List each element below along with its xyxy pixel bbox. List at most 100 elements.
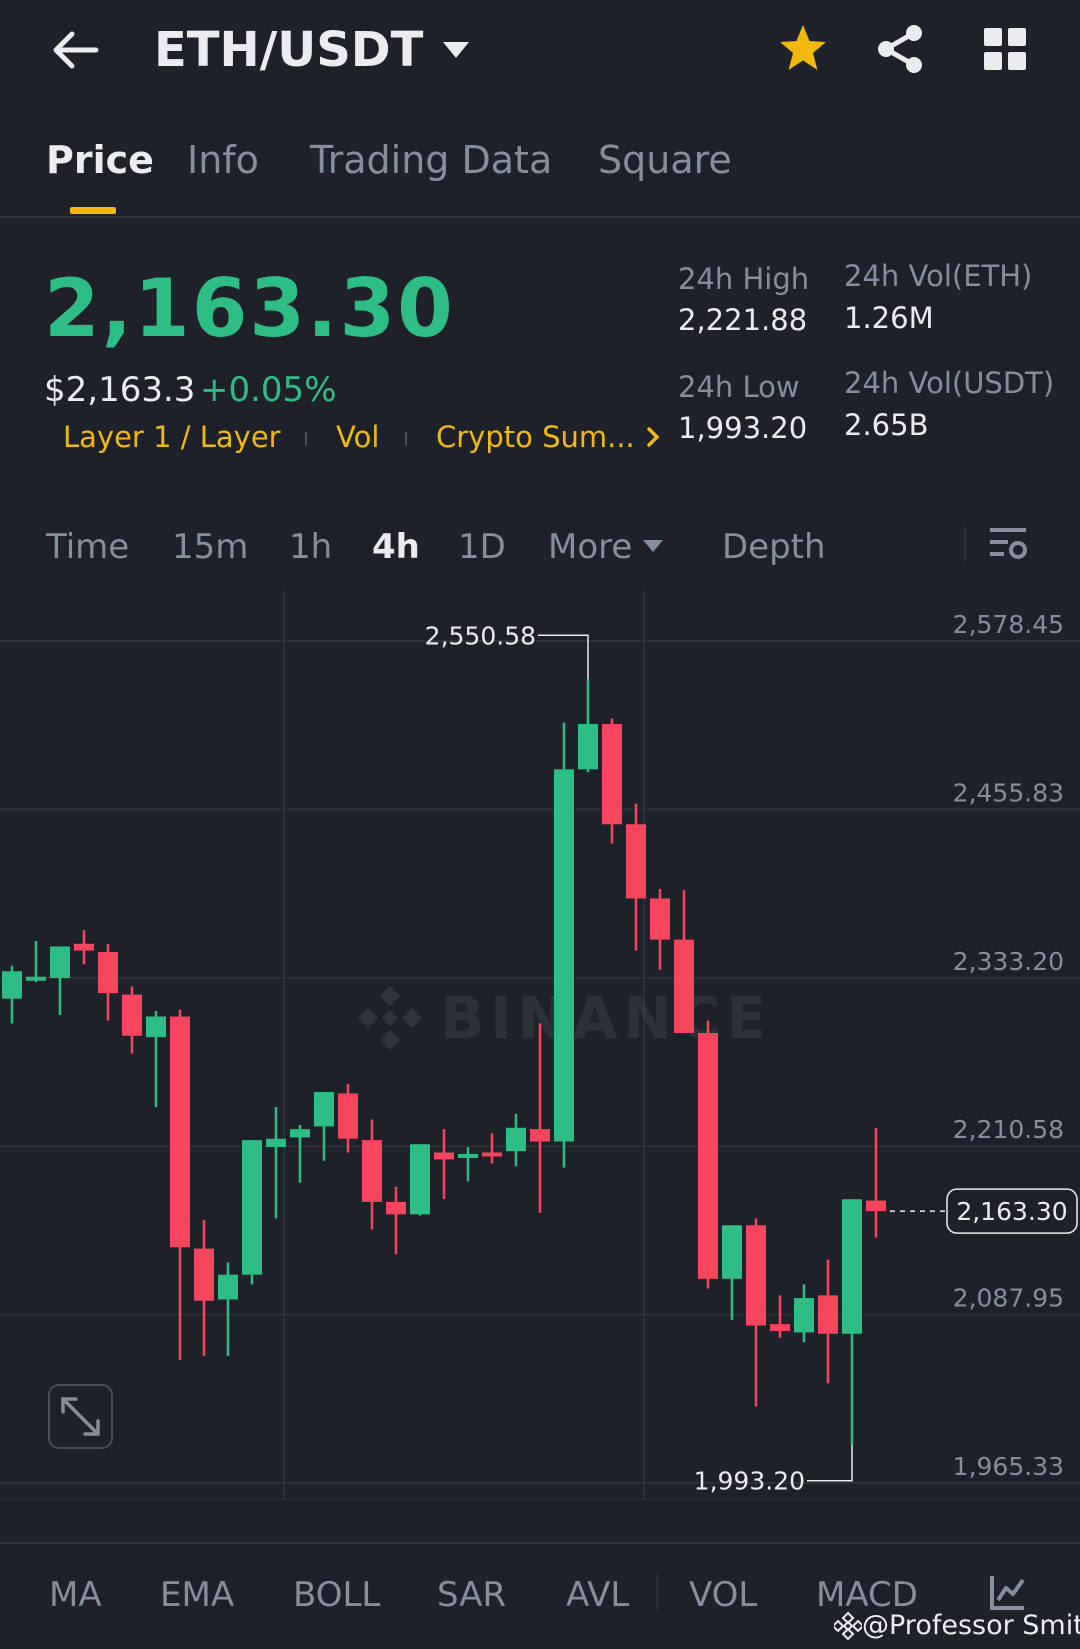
candle[interactable] — [338, 1083, 358, 1153]
candle-body — [698, 1033, 718, 1279]
share-icon[interactable] — [874, 22, 928, 76]
interval-4h[interactable]: 4h — [372, 527, 420, 567]
candle[interactable] — [290, 1125, 310, 1183]
candle[interactable] — [578, 679, 598, 773]
candle-body — [578, 724, 598, 770]
candle[interactable] — [650, 888, 670, 970]
candle[interactable] — [170, 1009, 190, 1360]
price-change-percent: +0.05% — [200, 370, 337, 410]
fullscreen-button[interactable] — [48, 1384, 113, 1449]
stat-vol-usdt-value: 2.65B — [844, 408, 929, 442]
interval-time[interactable]: Time — [46, 527, 129, 567]
candle[interactable] — [98, 943, 118, 1021]
tab-info[interactable]: Info — [187, 138, 259, 182]
candle[interactable] — [698, 1020, 718, 1289]
interval-15m[interactable]: 15m — [172, 527, 248, 567]
tag-separator — [305, 432, 307, 446]
candle[interactable] — [674, 890, 694, 1034]
candle-body — [458, 1153, 478, 1158]
indicator-avl[interactable]: AVL — [566, 1575, 629, 1615]
indicator-sar[interactable]: SAR — [437, 1575, 506, 1615]
indicator-boll[interactable]: BOLL — [293, 1575, 380, 1615]
candle-body — [194, 1248, 214, 1301]
indicator-macd[interactable]: MACD — [816, 1575, 918, 1615]
candle[interactable] — [50, 946, 70, 1016]
y-tick-label: 2,210.58 — [953, 1115, 1064, 1144]
y-tick-label: 2,333.20 — [953, 947, 1064, 976]
indicator-settings-icon[interactable] — [988, 1572, 1028, 1612]
expand-icon — [61, 1397, 100, 1436]
tab-square[interactable]: Square — [598, 138, 732, 182]
candle[interactable] — [866, 1127, 886, 1238]
candle-body — [794, 1298, 814, 1333]
tag-separator — [405, 432, 407, 446]
candle[interactable] — [386, 1186, 406, 1255]
y-tick-label: 1,965.33 — [953, 1452, 1064, 1481]
indicator-divider — [0, 1542, 1080, 1544]
tab-price[interactable]: Price — [46, 138, 154, 182]
candle[interactable] — [434, 1129, 454, 1200]
stat-vol-usdt-label: 24h Vol(USDT) — [844, 366, 1055, 400]
candle[interactable] — [146, 1011, 166, 1108]
candle[interactable] — [2, 965, 22, 1024]
interval-separator — [964, 526, 966, 562]
tag-layer[interactable]: Layer 1 / Layer — [63, 420, 281, 454]
candle[interactable] — [194, 1219, 214, 1356]
grid-icon[interactable] — [980, 24, 1030, 74]
candle[interactable] — [554, 722, 574, 1168]
candle[interactable] — [122, 986, 142, 1054]
candle[interactable] — [602, 718, 622, 844]
depth-tab[interactable]: Depth — [722, 527, 826, 567]
candle[interactable] — [842, 1199, 862, 1445]
candle-body — [146, 1016, 166, 1038]
candle-body — [410, 1144, 430, 1215]
candle-body — [626, 824, 646, 899]
chevron-right-icon[interactable] — [644, 426, 662, 448]
candle[interactable] — [410, 1144, 430, 1216]
candle-body — [818, 1295, 838, 1334]
watermark-username: @Professor Smith — [862, 1610, 1080, 1641]
candle-body — [266, 1138, 286, 1147]
high-marker-label: 2,550.58 — [425, 621, 536, 650]
pair-title[interactable]: ETH/USDT — [154, 22, 423, 78]
candle[interactable] — [26, 940, 46, 983]
indicator-ema[interactable]: EMA — [160, 1575, 234, 1615]
caret-down-icon[interactable] — [642, 538, 664, 554]
candle[interactable] — [746, 1218, 766, 1407]
stat-low-label: 24h Low — [678, 370, 800, 404]
chart-settings-icon[interactable] — [988, 522, 1028, 566]
candle[interactable] — [818, 1259, 838, 1384]
usd-price: $2,163.3 — [44, 370, 196, 410]
star-icon[interactable] — [776, 22, 830, 76]
candle[interactable] — [794, 1284, 814, 1343]
low-marker-line — [807, 1444, 853, 1482]
tab-trading-data[interactable]: Trading Data — [310, 138, 552, 182]
indicator-vol[interactable]: VOL — [689, 1575, 757, 1615]
interval-1h[interactable]: 1h — [289, 527, 332, 567]
price-chart[interactable]: BINANCE 2,550.58 1,993.20 2,163.30 2,578.4… — [0, 590, 1080, 1500]
svg-text:BINANCE: BINANCE — [440, 984, 772, 1052]
candle[interactable] — [482, 1133, 502, 1164]
tag-crypto-sum[interactable]: Crypto Sum... — [436, 420, 635, 454]
candle[interactable] — [722, 1225, 742, 1321]
back-arrow-icon[interactable] — [48, 22, 104, 78]
stat-low-value: 1,993.20 — [678, 411, 808, 445]
candle-body — [674, 939, 694, 1034]
candle[interactable] — [770, 1295, 790, 1338]
interval-1d[interactable]: 1D — [458, 527, 506, 567]
tag-vol[interactable]: Vol — [336, 420, 379, 454]
candle-body — [362, 1140, 382, 1202]
candle-body — [842, 1199, 862, 1334]
candle[interactable] — [218, 1262, 238, 1356]
candle[interactable] — [506, 1114, 526, 1167]
candle[interactable] — [362, 1119, 382, 1230]
caret-down-icon[interactable] — [441, 38, 471, 62]
candle[interactable] — [242, 1140, 262, 1285]
candle[interactable] — [314, 1092, 334, 1161]
candle[interactable] — [74, 930, 94, 965]
indicator-separator — [656, 1574, 658, 1610]
stat-high-value: 2,221.88 — [678, 303, 808, 337]
interval-more[interactable]: More — [548, 527, 632, 567]
indicator-ma[interactable]: MA — [49, 1575, 102, 1615]
candle[interactable] — [458, 1146, 478, 1182]
